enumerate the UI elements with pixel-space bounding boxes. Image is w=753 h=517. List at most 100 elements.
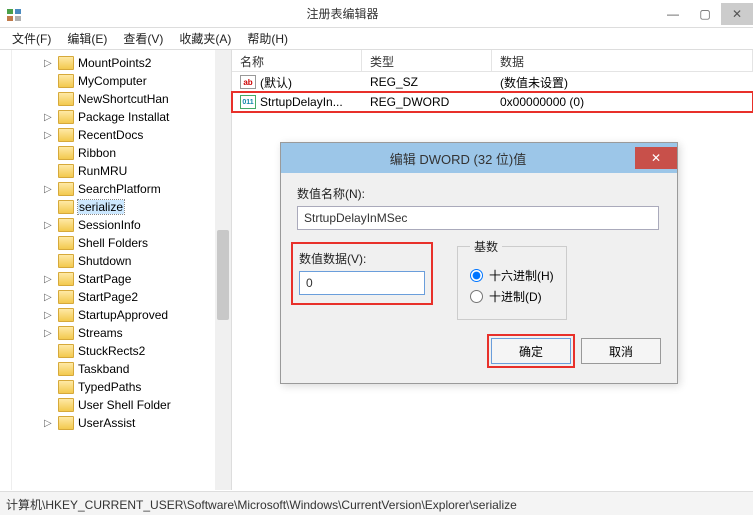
tree-item-streams[interactable]: ▷ Streams — [0, 324, 231, 342]
menu-file[interactable]: 文件(F) — [4, 28, 59, 49]
dialog-close-button[interactable]: ✕ — [635, 147, 677, 169]
tree-item-label: Shutdown — [78, 254, 131, 268]
menu-help[interactable]: 帮助(H) — [239, 28, 296, 49]
tree-item-label: StartPage — [78, 272, 131, 286]
menu-view[interactable]: 查看(V) — [115, 28, 171, 49]
tree-item-label: StuckRects2 — [78, 344, 145, 358]
tree-item-taskband[interactable]: Taskband — [0, 360, 231, 378]
tree-item-label: MountPoints2 — [78, 56, 151, 70]
col-data[interactable]: 数据 — [492, 50, 753, 71]
tree-item-ribbon[interactable]: Ribbon — [0, 144, 231, 162]
col-name[interactable]: 名称 — [232, 50, 362, 71]
scrollbar-thumb[interactable] — [217, 230, 229, 320]
expand-arrow-icon[interactable]: ▷ — [44, 310, 54, 321]
tree-item-mountpoints2[interactable]: ▷ MountPoints2 — [0, 54, 231, 72]
tree-item-label: RecentDocs — [78, 128, 143, 142]
expand-arrow-icon[interactable]: ▷ — [44, 58, 54, 69]
window-title: 注册表编辑器 — [28, 5, 657, 22]
tree-item-userassist[interactable]: ▷ UserAssist — [0, 414, 231, 432]
tree-item-serialize[interactable]: serialize — [0, 198, 231, 216]
tree-item-stuckrects2[interactable]: StuckRects2 — [0, 342, 231, 360]
dialog-titlebar[interactable]: 编辑 DWORD (32 位)值 ✕ — [281, 143, 677, 173]
close-button[interactable]: ✕ — [721, 3, 753, 25]
tree-item-label: Package Installat — [78, 110, 169, 124]
folder-icon — [58, 326, 74, 340]
folder-icon — [58, 146, 74, 160]
menubar: 文件(F) 编辑(E) 查看(V) 收藏夹(A) 帮助(H) — [0, 28, 753, 50]
folder-icon — [58, 182, 74, 196]
tree-item-label: MyComputer — [78, 74, 147, 88]
dialog-title: 编辑 DWORD (32 位)值 — [281, 149, 635, 168]
menu-favorites[interactable]: 收藏夹(A) — [171, 28, 239, 49]
cell-name: (默认) — [260, 74, 292, 91]
folder-icon — [58, 218, 74, 232]
tree-item-startupapproved[interactable]: ▷ StartupApproved — [0, 306, 231, 324]
tree-item-typedpaths[interactable]: TypedPaths — [0, 378, 231, 396]
folder-icon — [58, 128, 74, 142]
statusbar: 计算机\HKEY_CURRENT_USER\Software\Microsoft… — [0, 491, 753, 515]
ok-button[interactable]: 确定 — [491, 338, 571, 364]
tree-item-newshortcuthan[interactable]: NewShortcutHan — [0, 90, 231, 108]
folder-icon — [58, 164, 74, 178]
tree-item-label: UserAssist — [78, 416, 135, 430]
tree-item-sessioninfo[interactable]: ▷ SessionInfo — [0, 216, 231, 234]
radio-hex[interactable] — [470, 269, 483, 282]
list-header: 名称 类型 数据 — [232, 50, 753, 72]
tree-scrollbar[interactable] — [215, 50, 231, 490]
tree-item-startpage2[interactable]: ▷StartPage2 — [0, 288, 231, 306]
folder-icon — [58, 200, 74, 214]
base-legend: 基数 — [470, 238, 502, 255]
folder-icon — [58, 308, 74, 322]
cell-type: REG_DWORD — [362, 95, 492, 109]
tree-item-startpage[interactable]: ▷ StartPage — [0, 270, 231, 288]
tree-item-label: SearchPlatform — [78, 182, 161, 196]
folder-icon — [58, 398, 74, 412]
folder-icon — [58, 236, 74, 250]
expand-arrow-icon[interactable]: ▷ — [44, 292, 54, 303]
radio-dec-label: 十进制(D) — [489, 288, 542, 305]
minimize-button[interactable]: — — [657, 3, 689, 25]
expand-arrow-icon[interactable]: ▷ — [44, 274, 54, 285]
menu-edit[interactable]: 编辑(E) — [59, 28, 115, 49]
tree-item-mycomputer[interactable]: MyComputer — [0, 72, 231, 90]
cancel-button[interactable]: 取消 — [581, 338, 661, 364]
folder-icon — [58, 380, 74, 394]
tree-item-searchplatform[interactable]: ▷ SearchPlatform — [0, 180, 231, 198]
registry-app-icon — [6, 6, 22, 22]
tree-item-package-installat[interactable]: ▷ Package Installat — [0, 108, 231, 126]
cell-type: REG_SZ — [362, 75, 492, 89]
expand-arrow-icon[interactable]: ▷ — [44, 112, 54, 123]
tree-item-label: SessionInfo — [78, 218, 141, 232]
value-name-label: 数值名称(N): — [297, 185, 661, 202]
tree-item-label: Streams — [78, 326, 123, 340]
radio-hex-label: 十六进制(H) — [489, 267, 554, 284]
tree-item-label: NewShortcutHan — [78, 92, 169, 106]
expand-arrow-icon[interactable]: ▷ — [44, 184, 54, 195]
maximize-button[interactable]: ▢ — [689, 3, 721, 25]
tree-pane[interactable]: ▷ MountPoints2 MyComputer NewShortcutHan ▷ Pa… — [0, 50, 232, 490]
tree-item-shell-folders[interactable]: Shell Folders — [0, 234, 231, 252]
expand-arrow-icon[interactable]: ▷ — [44, 328, 54, 339]
string-value-icon: ab — [240, 75, 256, 89]
tree-item-label: TypedPaths — [78, 380, 141, 394]
tree-item-label: StartupApproved — [78, 308, 168, 322]
cell-data: (数值未设置) — [492, 74, 753, 91]
titlebar: 注册表编辑器 — ▢ ✕ — [0, 0, 753, 28]
col-type[interactable]: 类型 — [362, 50, 492, 71]
cell-name: StrtupDelayIn... — [260, 95, 343, 109]
tree-item-runmru[interactable]: RunMRU — [0, 162, 231, 180]
tree-item-recentdocs[interactable]: ▷ RecentDocs — [0, 126, 231, 144]
list-row[interactable]: ab (默认) REG_SZ(数值未设置) — [232, 72, 753, 92]
tree-item-label: Taskband — [78, 362, 129, 376]
tree-item-user-shell-folder[interactable]: User Shell Folder — [0, 396, 231, 414]
tree-item-shutdown[interactable]: Shutdown — [0, 252, 231, 270]
expand-arrow-icon[interactable]: ▷ — [44, 418, 54, 429]
value-name-input[interactable] — [297, 206, 659, 230]
expand-arrow-icon[interactable]: ▷ — [44, 130, 54, 141]
value-data-input[interactable] — [299, 271, 425, 295]
folder-icon — [58, 110, 74, 124]
radio-dec[interactable] — [470, 290, 483, 303]
expand-arrow-icon[interactable]: ▷ — [44, 220, 54, 231]
base-fieldset: 基数 十六进制(H) 十进制(D) — [457, 238, 567, 320]
list-row[interactable]: 011StrtupDelayIn...REG_DWORD0x00000000 (… — [232, 92, 753, 112]
